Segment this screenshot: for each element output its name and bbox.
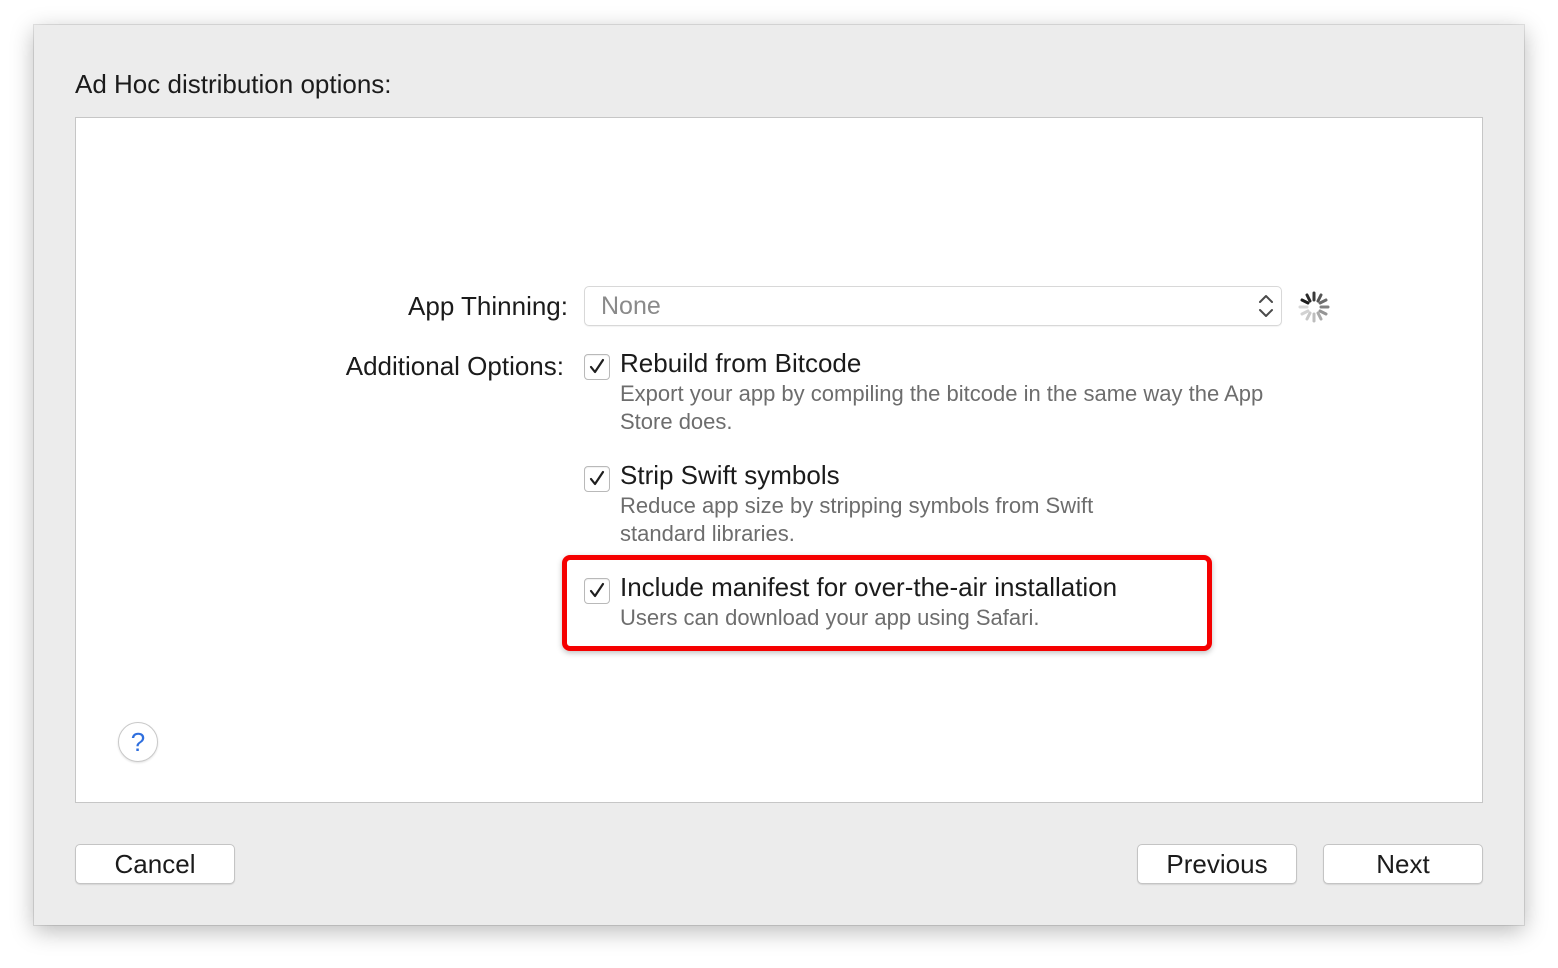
- strip-swift-symbols-checkbox[interactable]: [584, 466, 610, 492]
- checkmark-icon: [589, 358, 605, 374]
- option-title: Rebuild from Bitcode: [620, 348, 862, 378]
- app-thinning-label: App Thinning:: [408, 291, 568, 321]
- help-button[interactable]: ?: [118, 722, 158, 762]
- option-description: Reduce app size by stripping symbols fro…: [620, 493, 1094, 546]
- next-button[interactable]: Next: [1323, 844, 1483, 884]
- option-title: Strip Swift symbols: [620, 460, 840, 490]
- option-description: Export your app by compiling the bitcode…: [620, 381, 1264, 434]
- previous-button[interactable]: Previous: [1137, 844, 1297, 884]
- dialog-title: Ad Hoc distribution options:: [75, 69, 392, 99]
- app-thinning-popup[interactable]: None: [584, 286, 1282, 326]
- chevron-up-down-icon: [1257, 292, 1275, 320]
- rebuild-bitcode-checkbox[interactable]: [584, 354, 610, 380]
- checkmark-icon: [589, 470, 605, 486]
- highlight-annotation: [562, 555, 1212, 651]
- distribution-options-dialog: Ad Hoc distribution options: App Thinnin…: [34, 25, 1524, 925]
- cancel-button[interactable]: Cancel: [75, 844, 235, 884]
- app-thinning-value: None: [601, 292, 661, 320]
- additional-options-label: Additional Options:: [345, 351, 564, 381]
- spinner-icon: [1297, 290, 1331, 324]
- options-panel: App Thinning: None Additional Options: R…: [75, 117, 1483, 803]
